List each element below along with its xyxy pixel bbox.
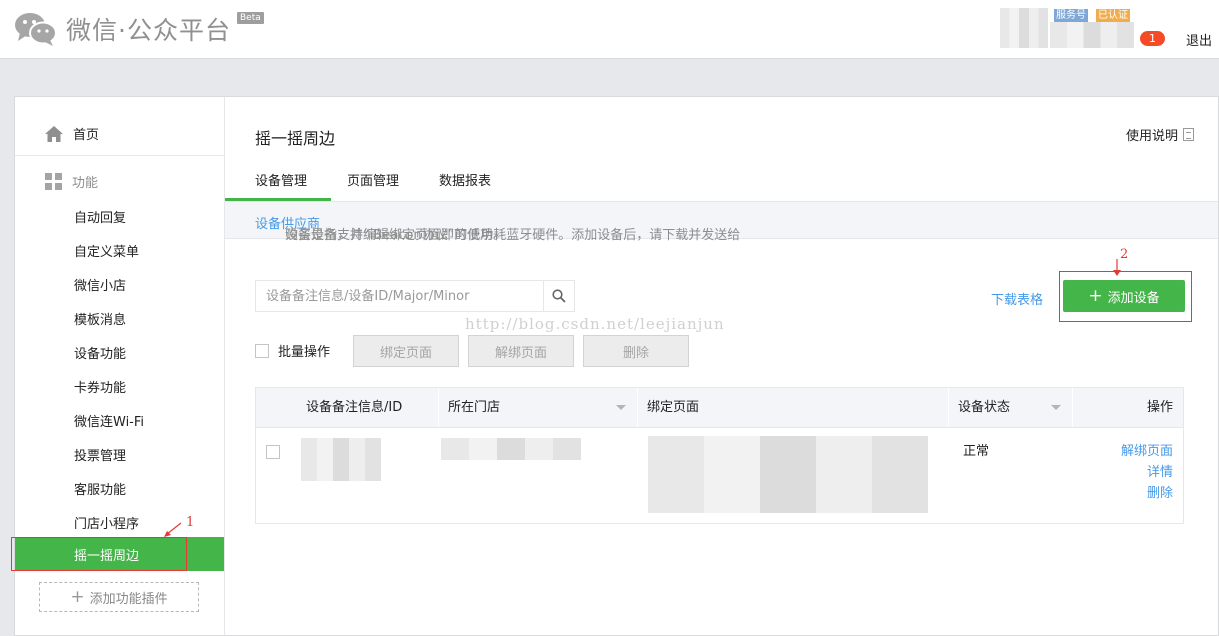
row-checkbox[interactable]	[266, 445, 280, 459]
grid-icon	[45, 173, 62, 190]
batch-operation[interactable]: 批量操作	[255, 341, 330, 360]
column-header-actions: 操作	[1146, 400, 1173, 415]
annotation-arrow-1-icon	[164, 522, 182, 537]
search-icon	[552, 289, 566, 303]
plus-icon: +	[70, 587, 85, 607]
table-header: 设备备注信息/ID 所在门店 绑定页面 设备状态 操作	[256, 388, 1183, 428]
column-divider	[438, 388, 439, 427]
store-redacted	[441, 438, 581, 460]
sidebar-item-auto-reply[interactable]: 自动回复	[74, 207, 126, 226]
column-divider	[637, 388, 638, 427]
sidebar-item-vote-management[interactable]: 投票管理	[74, 445, 126, 464]
batch-checkbox[interactable]	[255, 343, 269, 358]
page-title: 摇一摇周边	[255, 129, 336, 148]
column-header-status[interactable]: 设备状态	[958, 388, 1010, 427]
unbind-page-button[interactable]: 解绑页面	[468, 335, 574, 367]
tab-page-management[interactable]: 页面管理	[347, 170, 399, 189]
column-header-bound-page: 绑定页面	[647, 400, 700, 415]
device-id-redacted	[301, 438, 381, 481]
beta-badge: Beta	[237, 12, 264, 24]
search-box	[255, 280, 575, 312]
sidebar-item-custom-menu[interactable]: 自定义菜单	[74, 241, 139, 260]
add-plugin-label: 添加功能插件	[89, 591, 168, 607]
search-button[interactable]	[543, 281, 574, 311]
account-avatar[interactable]	[1000, 8, 1048, 48]
sidebar-item-wechat-store[interactable]: 微信小店	[74, 275, 126, 294]
sidebar-item-wechat-wifi[interactable]: 微信连Wi-Fi	[74, 411, 144, 430]
store-filter-dropdown-icon[interactable]	[616, 405, 626, 410]
sidebar-item-store-mini-program[interactable]: 门店小程序	[74, 513, 139, 532]
top-bar: 微信·公众平台 Beta 服务号 已认证 1 退出	[0, 0, 1219, 59]
device-table: 设备备注信息/ID 所在门店 绑定页面 设备状态 操作 正常 解绑页面 详情 删…	[255, 387, 1184, 524]
account-name[interactable]	[1050, 22, 1134, 48]
device-status: 正常	[963, 444, 990, 459]
column-divider	[948, 388, 949, 427]
sidebar-divider	[15, 155, 224, 156]
unbind-page-link[interactable]: 解绑页面	[1121, 440, 1173, 459]
add-device-button[interactable]: + 添加设备	[1063, 280, 1185, 312]
service-account-badge: 服务号	[1054, 9, 1088, 22]
search-input[interactable]	[256, 281, 544, 311]
sidebar-item-label: 首页	[73, 128, 100, 143]
download-table-link[interactable]: 下载表格	[991, 289, 1043, 308]
help-link[interactable]: 使用说明	[1126, 125, 1194, 144]
wechat-logo-icon	[15, 13, 57, 46]
watermark: http://blog.csdn.net/leejianjun	[465, 315, 725, 333]
sidebar-item-home[interactable]: 首页	[45, 124, 99, 143]
help-label: 使用说明	[1125, 129, 1178, 144]
info-text-after: 购买设备，并编辑绑定页面即可使用。	[285, 228, 507, 243]
status-filter-dropdown-icon[interactable]	[1051, 405, 1061, 410]
plus-icon: +	[1088, 286, 1103, 306]
add-plugin-button[interactable]: + 添加功能插件	[39, 582, 199, 612]
logo-text: 微信·公众平台	[66, 16, 231, 45]
sidebar-item-coupon-function[interactable]: 卡券功能	[74, 377, 126, 396]
sidebar-section-functions: 功能	[45, 172, 98, 191]
notification-count-badge[interactable]: 1	[1140, 31, 1165, 46]
batch-label: 批量操作	[278, 345, 331, 360]
content-panel: 首页 功能 自动回复 自定义菜单 微信小店 模板消息 设备功能 卡券功能 微信连…	[11, 96, 1219, 636]
sidebar-section-label: 功能	[72, 176, 99, 191]
home-icon	[45, 125, 63, 142]
tab-bar: 设备管理 页面管理 数据报表	[225, 161, 1218, 202]
bind-page-button[interactable]: 绑定页面	[353, 335, 459, 367]
bound-page-preview[interactable]	[648, 436, 928, 513]
main-content: 摇一摇周边 使用说明 设备管理 页面管理 数据报表 设备是指支持“iBeacon…	[225, 97, 1218, 635]
info-text: 设备是指支持“iBeacon协议”的低功耗蓝牙硬件。添加设备后，请下载并发送给设…	[255, 213, 740, 243]
logout-link[interactable]: 退出	[1186, 30, 1212, 49]
column-header-device-id: 设备备注信息/ID	[306, 400, 403, 415]
annotation-number-1: 1	[186, 515, 195, 530]
sidebar: 首页 功能 自动回复 自定义菜单 微信小店 模板消息 设备功能 卡券功能 微信连…	[11, 97, 225, 635]
document-icon	[1183, 128, 1194, 141]
delete-button[interactable]: 删除	[583, 335, 689, 367]
delete-link[interactable]: 删除	[1147, 482, 1173, 501]
logo[interactable]: 微信·公众平台	[14, 11, 231, 47]
sidebar-item-device-function[interactable]: 设备功能	[74, 343, 126, 362]
info-bar: 设备是指支持“iBeacon协议”的低功耗蓝牙硬件。添加设备后，请下载并发送给设…	[225, 202, 1218, 243]
sidebar-item-template-message[interactable]: 模板消息	[74, 309, 126, 328]
tab-device-management[interactable]: 设备管理	[255, 170, 307, 189]
active-tab-indicator	[225, 198, 331, 201]
column-divider	[1072, 388, 1073, 427]
certified-badge: 已认证	[1096, 9, 1130, 22]
tab-data-report[interactable]: 数据报表	[439, 170, 491, 189]
column-header-store[interactable]: 所在门店	[448, 388, 500, 427]
sidebar-item-customer-service[interactable]: 客服功能	[74, 479, 126, 498]
add-device-label: 添加设备	[1107, 290, 1160, 306]
annotation-box-1	[11, 537, 187, 571]
details-link[interactable]: 详情	[1147, 461, 1173, 480]
